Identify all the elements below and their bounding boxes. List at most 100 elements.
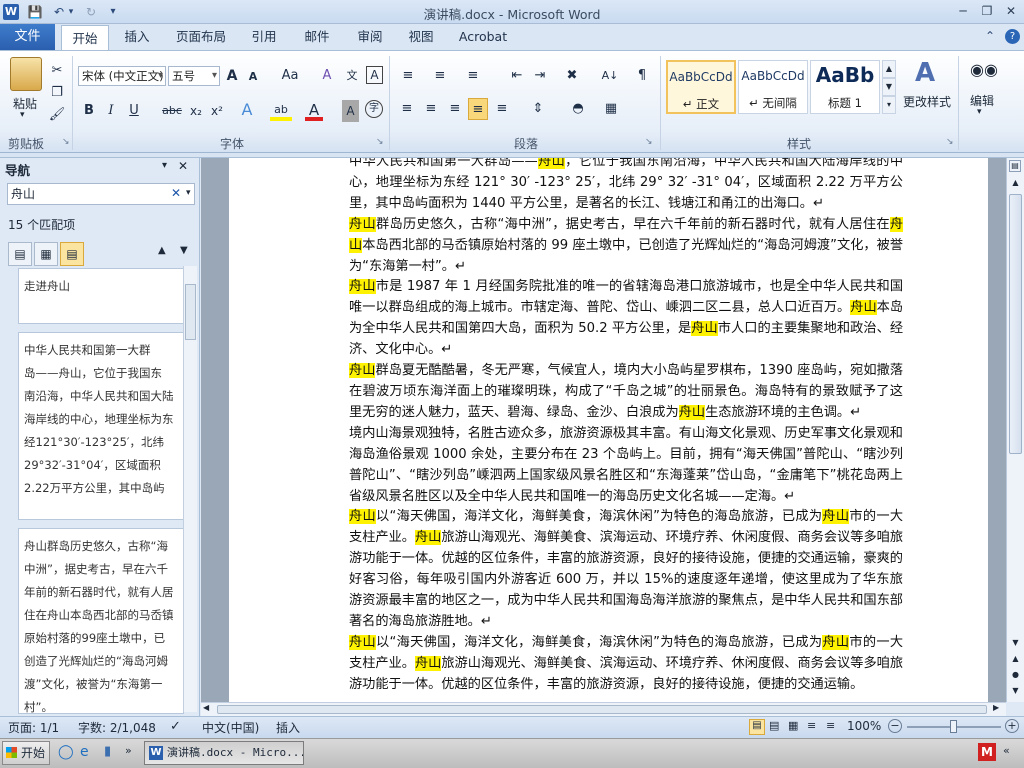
font-name-combo[interactable]: 宋体 (中文正文) (78, 66, 166, 86)
tab-mailings[interactable]: 邮件 (295, 24, 339, 50)
result-item[interactable]: 中华人民共和国第一大群 岛——舟山，它位于我国东 南沿海，中华人民共和国大陆 海岸线的… (18, 332, 184, 520)
print-layout-view-icon[interactable]: ▤ (749, 719, 765, 735)
align-center-icon[interactable]: ≡ (421, 98, 441, 120)
close-icon[interactable]: ✕ (1002, 3, 1020, 20)
strikethrough-button[interactable]: abc (160, 100, 184, 122)
tab-file[interactable]: 文件 (0, 24, 55, 50)
phonetic-guide-icon[interactable]: 文 (343, 65, 361, 87)
bold-button[interactable]: B (80, 100, 98, 122)
nav-pane-close-icon[interactable]: ✕ (178, 159, 188, 173)
language-status[interactable]: 中文(中国) (202, 719, 259, 736)
browse-pages-tab[interactable]: ▦ (34, 242, 58, 266)
document-paragraph[interactable]: 舟山群岛历史悠久，古称“海中洲”，据史考古，早在六千年前的新石器时代，就有人居住… (349, 215, 904, 278)
zoom-slider-thumb[interactable] (950, 720, 957, 733)
prev-page-icon[interactable]: ▲ (1008, 654, 1023, 666)
tray-app-icon[interactable]: M (978, 743, 996, 761)
scroll-left-icon[interactable]: ◀ (203, 703, 209, 712)
nav-scrollbar[interactable] (183, 266, 197, 712)
next-result-icon[interactable]: ▼ (180, 245, 188, 256)
clear-search-icon[interactable]: ✕ (171, 186, 181, 200)
restore-icon[interactable]: ❐ (978, 3, 996, 20)
nav-scroll-thumb[interactable] (185, 284, 196, 340)
zoom-out-icon[interactable]: − (888, 719, 902, 733)
document-paragraph[interactable]: 舟山以“海天佛国，海洋文化，海鲜美食，海滨休闲”为特色的海岛旅游，已成为舟山市的… (349, 507, 903, 632)
shrink-font-icon[interactable]: A (246, 66, 260, 88)
tab-references[interactable]: 引用 (242, 24, 286, 50)
cut-icon[interactable]: ✂ (47, 60, 67, 82)
quicklaunch-ie-icon[interactable]: ◯ (58, 744, 74, 760)
increase-indent-icon[interactable]: ⇥ (530, 65, 550, 87)
text-effects-button[interactable]: A (238, 99, 256, 121)
superscript-button[interactable]: x² (208, 100, 226, 122)
document-paragraph[interactable]: 境内山海景观独特，名胜古迹众多，旅游资源极其丰富。有山海文化景观、历史军事文化景… (349, 424, 903, 508)
styles-scroll-down-icon[interactable]: ▼ (882, 78, 896, 96)
scroll-thumb[interactable] (1009, 194, 1022, 454)
search-options-icon[interactable]: ▾ (186, 188, 191, 198)
char-shading-button[interactable]: A (342, 100, 359, 122)
zoom-level[interactable]: 100% (847, 719, 881, 733)
scroll-down-icon[interactable]: ▼ (1008, 636, 1023, 650)
zoom-in-icon[interactable]: + (1005, 719, 1019, 733)
browse-object-icon[interactable]: ● (1008, 670, 1023, 682)
clipboard-launcher-icon[interactable]: ↘ (62, 137, 70, 147)
full-screen-view-icon[interactable]: ▤ (769, 719, 779, 732)
subscript-button[interactable]: x₂ (187, 100, 205, 122)
result-item[interactable]: 走进舟山 (18, 268, 184, 324)
paste-dropdown-icon[interactable]: ▾ (20, 110, 25, 120)
bullets-icon[interactable]: ≡ (397, 65, 419, 87)
draft-view-icon[interactable]: ≡ (826, 719, 835, 732)
grow-font-icon[interactable]: A (224, 65, 240, 87)
tab-review[interactable]: 审阅 (348, 24, 392, 50)
find-binoculars-icon[interactable]: ◉◉ (970, 60, 998, 79)
borders-icon[interactable]: ▦ (599, 98, 623, 120)
font-launcher-icon[interactable]: ↘ (376, 137, 384, 147)
nav-pane-options-icon[interactable]: ▾ (162, 160, 167, 171)
char-border-icon[interactable]: A (366, 66, 383, 84)
nav-search-input[interactable]: 舟山 (7, 183, 195, 205)
styles-scroll-up-icon[interactable]: ▲ (882, 60, 896, 78)
align-right-icon[interactable]: ≡ (445, 98, 465, 120)
document-body[interactable]: 中华人民共和国第一大群岛——舟山，它位于我国东南沿海，中华人民共和国大陆海岸线的… (349, 152, 903, 696)
tab-acrobat[interactable]: Acrobat (452, 24, 514, 50)
paragraph-launcher-icon[interactable]: ↘ (645, 137, 653, 147)
align-left-icon[interactable]: ≡ (397, 98, 417, 120)
taskbar-word-window[interactable]: 演讲稿.docx - Micro... (144, 741, 304, 765)
vertical-scrollbar[interactable]: ▤ ▲ ▼ ▲ ● ▼ (1006, 158, 1024, 702)
proofing-icon[interactable]: ✓ (170, 719, 181, 734)
document-paragraph[interactable]: 舟山市是 1987 年 1 月经国务院批准的唯一的省辖海岛港口旅游城市，也是全中… (349, 277, 903, 361)
italic-button[interactable]: I (102, 100, 120, 122)
document-paragraph[interactable]: 舟山以“海天佛国，海洋文化，海鲜美食，海滨休闲”为特色的海岛旅游，已成为舟山市的… (349, 633, 903, 696)
justify-icon[interactable]: ≡ (468, 98, 488, 120)
tab-home[interactable]: 开始 (61, 25, 109, 51)
line-spacing-icon[interactable]: ⇕ (526, 98, 550, 120)
horizontal-scrollbar[interactable]: ◀ ▶ (201, 702, 1006, 716)
format-painter-icon[interactable]: 🖌 (47, 104, 67, 126)
font-size-combo[interactable]: 五号 (168, 66, 220, 86)
document-paragraph[interactable]: 中华人民共和国第一大群岛——舟山，它位于我国东南沿海，中华人民共和国大陆海岸线的… (349, 152, 903, 215)
document-paragraph[interactable]: 舟山群岛夏无酷酷暑，冬无严寒，气候宜人，境内大小岛屿星罗棋布，1390 座岛屿，… (349, 361, 903, 424)
decrease-indent-icon[interactable]: ⇤ (507, 65, 527, 87)
result-item[interactable]: 舟山群岛历史悠久，古称“海 中洲”，据史考古，早在六千 年前的新石器时代，就有人居住… (18, 528, 184, 714)
word-count-status[interactable]: 字数: 2/1,048 (78, 719, 156, 736)
chinese-layout-icon[interactable]: ✖ (561, 65, 583, 87)
multilevel-list-icon[interactable]: ≡ (462, 65, 484, 87)
show-marks-icon[interactable]: ¶ (633, 65, 651, 87)
font-color-button[interactable]: A (305, 99, 323, 121)
page-number-status[interactable]: 页面: 1/1 (8, 719, 59, 736)
next-page-icon[interactable]: ▼ (1008, 686, 1023, 698)
scroll-up-icon[interactable]: ▲ (1008, 176, 1023, 190)
web-layout-view-icon[interactable]: ▦ (788, 719, 798, 732)
previous-result-icon[interactable]: ▲ (158, 245, 166, 256)
copy-icon[interactable]: ❐ (47, 82, 67, 104)
style-heading-1[interactable]: AaBb 标题 1 (810, 60, 880, 114)
enclose-char-button[interactable]: 字 (365, 100, 383, 118)
quicklaunch-app-icon[interactable]: ▮ (104, 744, 111, 759)
distributed-icon[interactable]: ≡ (492, 98, 512, 120)
insert-mode-status[interactable]: 插入 (276, 719, 300, 736)
change-styles-button[interactable]: 更改样式 (900, 93, 954, 110)
editing-button[interactable]: 编辑 (964, 92, 1000, 109)
browse-headings-tab[interactable]: ▤ (8, 242, 32, 266)
style-no-spacing[interactable]: AaBbCcDd ↵ 无间隔 (738, 60, 808, 114)
scroll-right-icon[interactable]: ▶ (993, 703, 999, 712)
style-normal[interactable]: AaBbCcDd ↵ 正文 (666, 60, 736, 114)
